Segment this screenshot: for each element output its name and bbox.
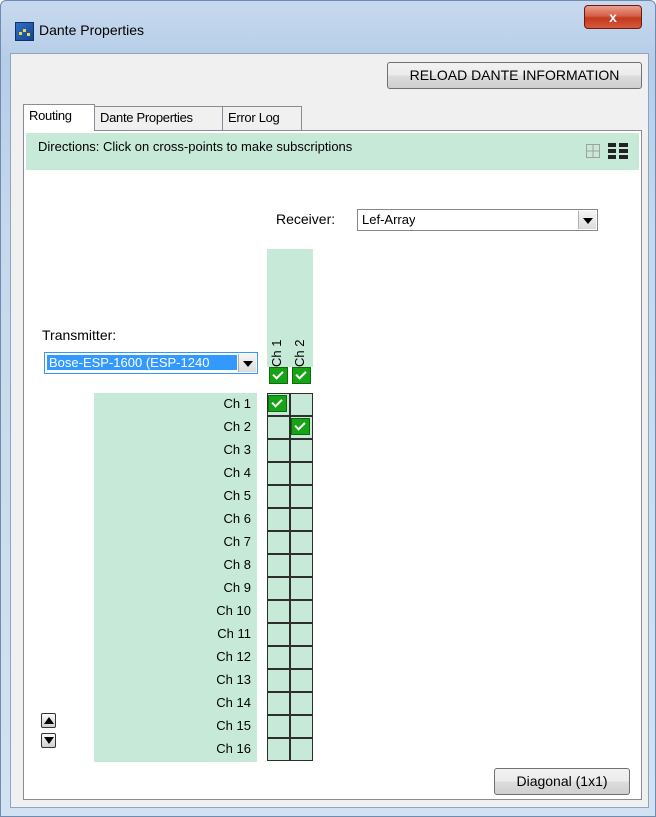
routing-panel: Directions: Click on cross-points to mak… [23,130,642,800]
row-label: Ch 11 [217,626,251,641]
transmitter-label: Transmitter: [42,327,117,343]
row-label: Ch 16 [216,741,251,756]
receiver-value: Lef-Array [362,212,416,227]
row-label: Ch 2 [223,419,251,434]
reload-dante-information-button[interactable]: RELOAD DANTE INFORMATION [387,62,642,89]
crosspoint-cell[interactable] [290,462,313,485]
crosspoint-cell[interactable] [267,623,290,646]
tab-routing[interactable]: Routing [23,104,95,131]
crosspoint-cell[interactable] [267,692,290,715]
crosspoint-cell[interactable] [267,669,290,692]
row-label: Ch 4 [223,465,251,480]
title-bar: Dante Properties x [1,1,655,51]
row-labels: Ch 1 Ch 2 Ch 3 Ch 4 Ch 5 Ch 6 Ch 7 Ch 8 Ch 9 Ch 1… [94,393,257,762]
receiver-select[interactable]: Lef-Array [357,209,598,231]
row-label: Ch 12 [216,649,251,664]
crosspoint-cell[interactable] [267,646,290,669]
row-label: Ch 7 [223,534,251,549]
chevron-down-icon[interactable] [578,211,596,229]
row-label: Ch 9 [223,580,251,595]
crosspoint-cell[interactable] [290,669,313,692]
row-label: Ch 13 [216,672,251,687]
crosspoint-cell[interactable] [267,577,290,600]
scroll-up-icon[interactable] [41,713,56,728]
crosspoint-cell[interactable] [267,508,290,531]
column-label-ch1: Ch 1 [269,339,284,367]
crosspoint-cell[interactable] [290,738,313,761]
dante-properties-window: Dante Properties x RELOAD DANTE INFORMAT… [0,0,656,817]
crosspoint-cell[interactable] [267,554,290,577]
crosspoint-cell[interactable] [290,692,313,715]
row-label: Ch 8 [223,557,251,572]
crosspoint-cell[interactable] [267,600,290,623]
row-label: Ch 14 [216,695,251,710]
crosspoint-cell[interactable] [290,393,313,416]
list-view-icon[interactable] [608,143,628,159]
column-header-area: Ch 1 Ch 2 [267,249,313,384]
crosspoint-cell[interactable] [267,715,290,738]
crosspoint-cell[interactable] [290,439,313,462]
row-label: Ch 6 [223,511,251,526]
transmitter-select[interactable]: Bose-ESP-1600 (ESP-1240 [44,352,258,374]
crosspoint-cell[interactable] [267,462,290,485]
crosspoint-cell[interactable] [267,485,290,508]
row-label: Ch 5 [223,488,251,503]
row-label: Ch 10 [216,603,251,618]
close-button[interactable]: x [584,5,642,29]
crosspoint-cell[interactable] [290,485,313,508]
column-select-all-ch1-check[interactable] [269,367,288,384]
window-title: Dante Properties [39,22,145,38]
crosspoint-cell[interactable] [290,577,313,600]
diagonal-button[interactable]: Diagonal (1x1) [494,768,630,795]
client-area: RELOAD DANTE INFORMATION Routing Dante P… [10,53,649,808]
grid-view-icon[interactable] [586,144,600,158]
crosspoint-cell[interactable] [290,623,313,646]
crosspoint-cell[interactable] [290,646,313,669]
row-label: Ch 15 [216,718,251,733]
crosspoint-cell[interactable] [267,738,290,761]
column-select-all-ch2-check[interactable] [292,367,311,384]
directions-banner: Directions: Click on cross-points to mak… [26,133,639,170]
crosspoint-cell[interactable] [290,715,313,738]
chevron-down-icon[interactable] [238,354,256,372]
crosspoint-cell[interactable] [290,600,313,623]
crosspoint-cell[interactable] [267,531,290,554]
crosspoint-cell[interactable] [267,439,290,462]
transmitter-value: Bose-ESP-1600 (ESP-1240 [47,355,237,370]
subscription-check-icon[interactable] [268,395,287,412]
crosspoint-cell[interactable] [290,531,313,554]
subscription-check-icon[interactable] [291,418,310,435]
scroll-down-icon[interactable] [41,733,56,748]
row-label: Ch 1 [223,396,251,411]
crosspoint-cell[interactable] [267,416,290,439]
tab-error-log[interactable]: Error Log [222,106,302,130]
crosspoint-cell[interactable] [290,554,313,577]
directions-text: Directions: Click on cross-points to mak… [38,139,353,154]
app-icon [15,22,34,41]
tab-dante-properties[interactable]: Dante Properties [94,106,223,130]
row-label: Ch 3 [223,442,251,457]
column-label-ch2: Ch 2 [292,339,307,367]
crosspoint-cell[interactable] [290,508,313,531]
receiver-label: Receiver: [276,211,336,227]
